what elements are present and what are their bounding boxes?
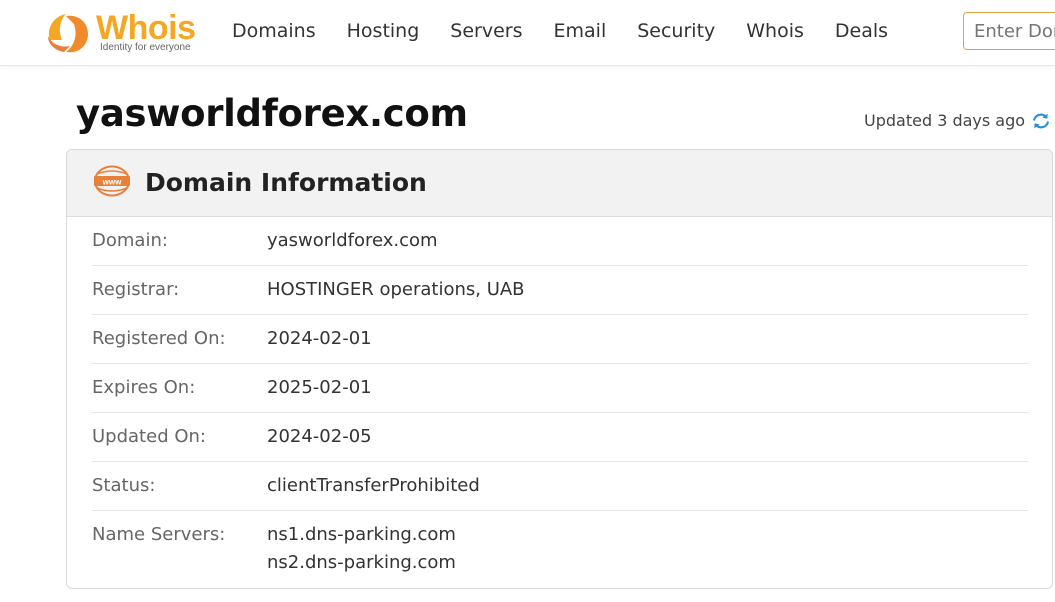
row-label: Registrar: — [92, 279, 180, 300]
nav-hosting[interactable]: Hosting — [347, 19, 420, 43]
nav-deals[interactable]: Deals — [835, 19, 888, 43]
row-label: Expires On: — [92, 377, 196, 398]
whois-logo-icon: e — [48, 14, 88, 53]
whois-logo[interactable]: e Whois Identity for everyone — [44, 8, 204, 56]
row-value: yasworldforex.com — [267, 230, 438, 251]
info-row-name-servers: Name Servers: ns1.dns-parking.com ns2.dn… — [92, 511, 1028, 588]
svg-text:www: www — [102, 177, 122, 186]
refresh-icon[interactable] — [1031, 111, 1051, 131]
www-globe-icon: www — [94, 165, 130, 197]
info-row-updated-on: Updated On: 2024-02-05 — [92, 413, 1028, 462]
row-label: Domain: — [92, 230, 168, 251]
page-title: yasworldforex.com — [76, 92, 468, 135]
logo-tagline: Identity for everyone — [100, 42, 191, 53]
main-nav: Domains Hosting Servers Email Security W… — [232, 19, 919, 43]
row-value: HOSTINGER operations, UAB — [267, 279, 525, 300]
updated-text: Updated 3 days ago — [864, 111, 1026, 130]
info-row-expires-on: Expires On: 2025-02-01 — [92, 364, 1028, 413]
nav-security[interactable]: Security — [637, 19, 715, 43]
updated-status: Updated 3 days ago — [864, 110, 1051, 132]
name-server-1: ns1.dns-parking.com — [267, 524, 456, 545]
card-header: www Domain Information — [67, 150, 1052, 217]
row-label: Name Servers: — [92, 524, 226, 545]
row-label: Status: — [92, 475, 156, 496]
row-value: 2024-02-05 — [267, 426, 372, 447]
info-row-registered-on: Registered On: 2024-02-01 — [92, 315, 1028, 364]
domain-information-card: www Domain Information Domain: yasworldf… — [66, 149, 1053, 589]
name-server-2: ns2.dns-parking.com — [267, 552, 456, 573]
info-row-status: Status: clientTransferProhibited — [92, 462, 1028, 511]
info-row-domain: Domain: yasworldforex.com — [92, 217, 1028, 266]
logo-word: Whois — [96, 9, 196, 47]
row-value: ns1.dns-parking.com ns2.dns-parking.com — [267, 524, 456, 580]
info-row-registrar: Registrar: HOSTINGER operations, UAB — [92, 266, 1028, 315]
nav-email[interactable]: Email — [554, 19, 607, 43]
row-label: Updated On: — [92, 426, 206, 447]
nav-servers[interactable]: Servers — [450, 19, 522, 43]
row-value: 2024-02-01 — [267, 328, 372, 349]
nav-domains[interactable]: Domains — [232, 19, 316, 43]
row-value: 2025-02-01 — [267, 377, 372, 398]
domain-search-input[interactable] — [963, 12, 1055, 50]
row-value: clientTransferProhibited — [267, 475, 480, 496]
card-title: Domain Information — [145, 168, 427, 197]
nav-whois[interactable]: Whois — [746, 19, 804, 43]
svg-text:e: e — [61, 21, 73, 50]
site-header: e Whois Identity for everyone Domains Ho… — [0, 0, 1055, 66]
domain-info-table: Domain: yasworldforex.com Registrar: HOS… — [92, 217, 1028, 588]
row-label: Registered On: — [92, 328, 226, 349]
